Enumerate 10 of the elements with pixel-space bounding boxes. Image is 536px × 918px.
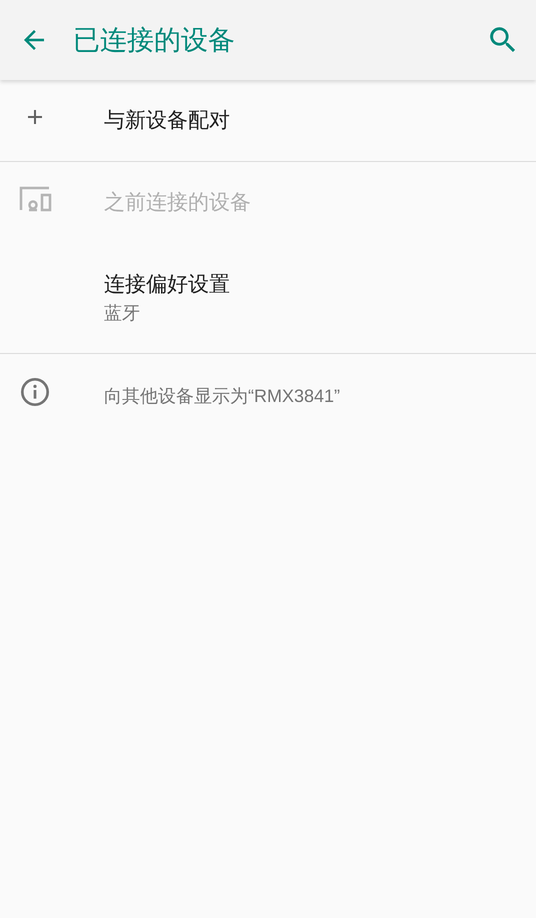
info-icon <box>19 376 51 408</box>
row-title: 之前连接的设备 <box>104 190 251 216</box>
row-title: 连接偏好设置 <box>104 272 230 298</box>
devices-icon <box>19 184 53 212</box>
row-subtitle: 蓝牙 <box>104 302 141 326</box>
settings-row[interactable]: 与新设备配对 <box>0 80 536 161</box>
screen-title: 已连接的设备 <box>73 24 236 57</box>
info-text: 向其他设备显示为“RMX3841” <box>104 384 340 408</box>
row-title: 与新设备配对 <box>104 108 230 134</box>
settings-row[interactable]: 连接偏好设置 蓝牙 <box>0 243 536 353</box>
